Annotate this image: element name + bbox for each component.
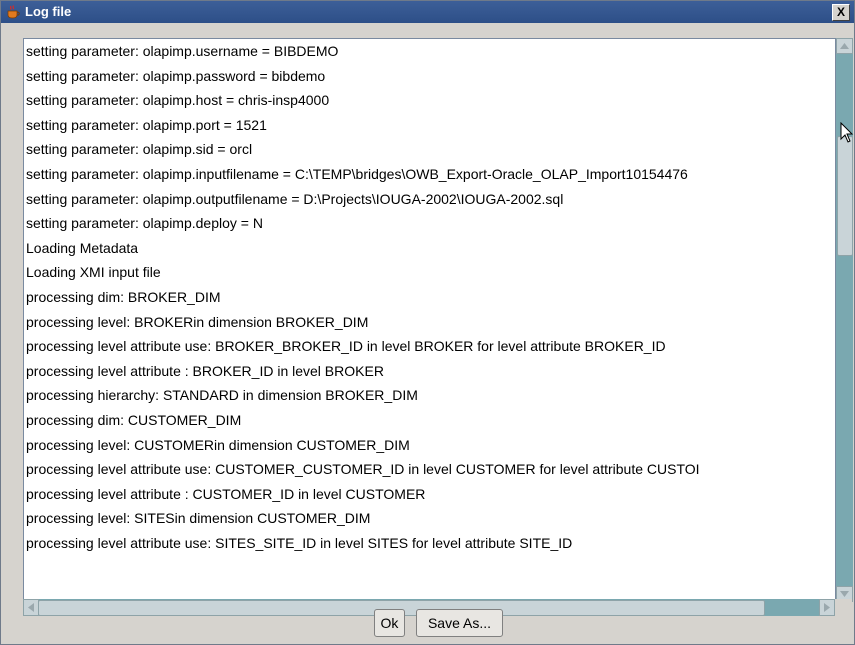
window-title: Log file <box>25 4 72 19</box>
java-cup-icon <box>5 4 21 20</box>
log-line: processing dim: CUSTOMER_DIM <box>26 411 242 428</box>
log-line: processing level: CUSTOMERin dimension C… <box>26 436 410 453</box>
vertical-scroll-thumb[interactable] <box>837 136 853 256</box>
log-file-dialog: Log file X setting parameter: olapimp.us… <box>0 0 855 645</box>
log-line: processing level attribute use: SITES_SI… <box>26 534 573 551</box>
scroll-up-arrow-icon[interactable] <box>836 38 853 54</box>
scroll-left-arrow-icon[interactable] <box>23 599 39 616</box>
log-line: processing level attribute : BROKER_ID i… <box>26 362 384 379</box>
log-line: processing level: BROKERin dimension BRO… <box>26 313 369 330</box>
log-lines-list: setting parameter: olapimp.username = BI… <box>26 39 836 555</box>
log-line: setting parameter: olapimp.username = BI… <box>26 43 339 59</box>
log-line: Loading XMI input file <box>26 264 161 281</box>
scrollbar-corner <box>835 599 852 616</box>
log-line: setting parameter: olapimp.sid = orcl <box>26 141 253 158</box>
log-line: processing level attribute : CUSTOMER_ID… <box>26 485 426 502</box>
log-line: processing hierarchy: STANDARD in dimens… <box>26 387 418 404</box>
log-line: setting parameter: olapimp.deploy = N <box>26 215 263 232</box>
close-button[interactable]: X <box>832 4 850 21</box>
scroll-right-arrow-icon[interactable] <box>819 599 835 616</box>
title-bar[interactable]: Log file X <box>1 1 854 23</box>
log-line: setting parameter: olapimp.port = 1521 <box>26 116 267 133</box>
log-line: setting parameter: olapimp.outputfilenam… <box>26 190 564 207</box>
save-as-button[interactable]: Save As... <box>416 609 503 637</box>
log-text-area[interactable]: setting parameter: olapimp.username = BI… <box>23 38 838 604</box>
mouse-pointer-icon <box>840 121 854 144</box>
log-line: processing dim: BROKER_DIM <box>26 288 221 305</box>
log-line: processing level attribute use: CUSTOMER… <box>26 461 700 478</box>
log-line: setting parameter: olapimp.host = chris-… <box>26 92 330 109</box>
log-line: setting parameter: olapimp.inputfilename… <box>26 165 688 182</box>
log-line: Loading Metadata <box>26 239 139 256</box>
log-line: setting parameter: olapimp.password = bi… <box>26 67 326 84</box>
ok-button[interactable]: Ok <box>374 609 405 637</box>
log-line: processing level: SITESin dimension CUST… <box>26 510 371 527</box>
log-line: processing level attribute use: BROKER_B… <box>26 338 666 355</box>
